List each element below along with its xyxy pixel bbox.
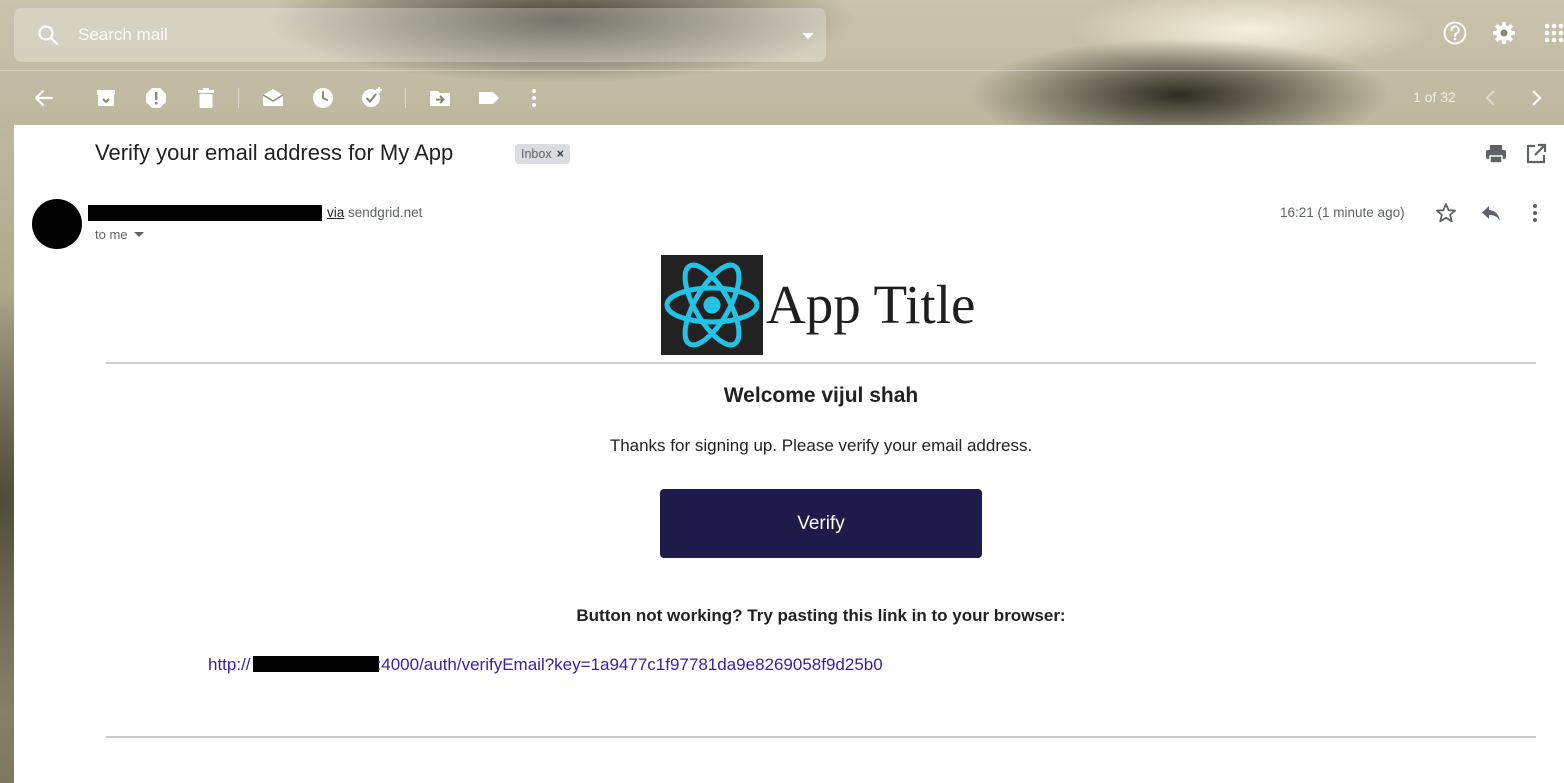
redacted-host <box>252 656 379 672</box>
verify-link-prefix[interactable]: http:// <box>208 655 251 674</box>
inbox-label-chip[interactable]: Inbox × <box>515 144 570 164</box>
search-icon[interactable] <box>36 23 60 47</box>
recipient-text: to me <box>95 227 128 242</box>
thanks-text: Thanks for signing up. Please verify you… <box>609 436 1033 455</box>
report-spam-icon[interactable] <box>144 86 168 110</box>
more-vert-icon[interactable] <box>1523 201 1547 225</box>
star-icon[interactable] <box>1434 201 1458 225</box>
verify-button-label: Verify <box>797 512 845 534</box>
message-subject: Verify your email address for My App <box>95 140 454 165</box>
add-task-icon[interactable] <box>360 86 384 110</box>
verify-link[interactable]: http:// :4000/auth/verifyEmail?key=1a9477… <box>208 655 883 675</box>
search-bar[interactable] <box>14 8 826 62</box>
archive-icon[interactable] <box>94 86 118 110</box>
via-domain: sendgrid.net <box>348 205 423 220</box>
message-time: 16:21 (1 minute ago) <box>1280 205 1405 220</box>
help-icon[interactable] <box>1442 20 1468 46</box>
delete-icon[interactable] <box>194 86 218 110</box>
move-to-icon[interactable] <box>428 86 452 110</box>
message-pane: Verify your email address for My App Inb… <box>14 125 1564 783</box>
app-logo <box>661 255 763 355</box>
sender-via: via sendgrid.net <box>327 205 422 220</box>
pagination-count: 1 of 32 <box>1413 89 1456 105</box>
verify-link-suffix[interactable]: :4000/auth/verifyEmail?key=1a9477c1f9778… <box>377 655 883 674</box>
divider-bottom <box>106 736 1536 738</box>
welcome-heading: Welcome vijul shah <box>723 384 919 407</box>
app-title: App Title <box>766 274 976 335</box>
top-bar <box>0 0 1564 70</box>
snooze-icon[interactable] <box>311 86 335 110</box>
mark-unread-icon[interactable] <box>261 86 285 110</box>
redacted-sender-name <box>88 205 322 221</box>
fallback-instructions: Button not working? Try pasting this lin… <box>576 606 1066 625</box>
toolbar-divider <box>238 88 239 108</box>
print-icon[interactable] <box>1484 142 1508 166</box>
back-arrow-icon[interactable] <box>32 86 56 110</box>
apps-grid-icon[interactable] <box>1543 20 1564 46</box>
react-logo-icon <box>664 262 760 348</box>
sender-avatar[interactable] <box>32 199 82 249</box>
more-vert-icon[interactable] <box>522 86 546 110</box>
remove-label-icon[interactable]: × <box>557 147 564 161</box>
message-toolbar: 1 of 32 <box>0 71 1564 125</box>
toolbar-divider <box>405 88 406 108</box>
reply-icon[interactable] <box>1479 201 1503 225</box>
verify-button[interactable]: Verify <box>660 489 982 558</box>
dropdown-arrow-icon[interactable] <box>796 30 820 42</box>
divider-top <box>106 362 1536 364</box>
inbox-label-text: Inbox <box>521 147 552 161</box>
next-chevron-icon[interactable] <box>1524 86 1548 110</box>
prev-chevron-icon[interactable] <box>1479 86 1503 110</box>
recipient-dropdown-icon[interactable] <box>133 231 144 238</box>
recipient-details[interactable]: to me <box>95 227 144 242</box>
via-link[interactable]: via <box>327 205 344 220</box>
open-new-window-icon[interactable] <box>1524 142 1548 166</box>
search-input[interactable] <box>78 20 778 50</box>
settings-icon[interactable] <box>1491 20 1517 46</box>
label-icon[interactable] <box>477 86 501 110</box>
